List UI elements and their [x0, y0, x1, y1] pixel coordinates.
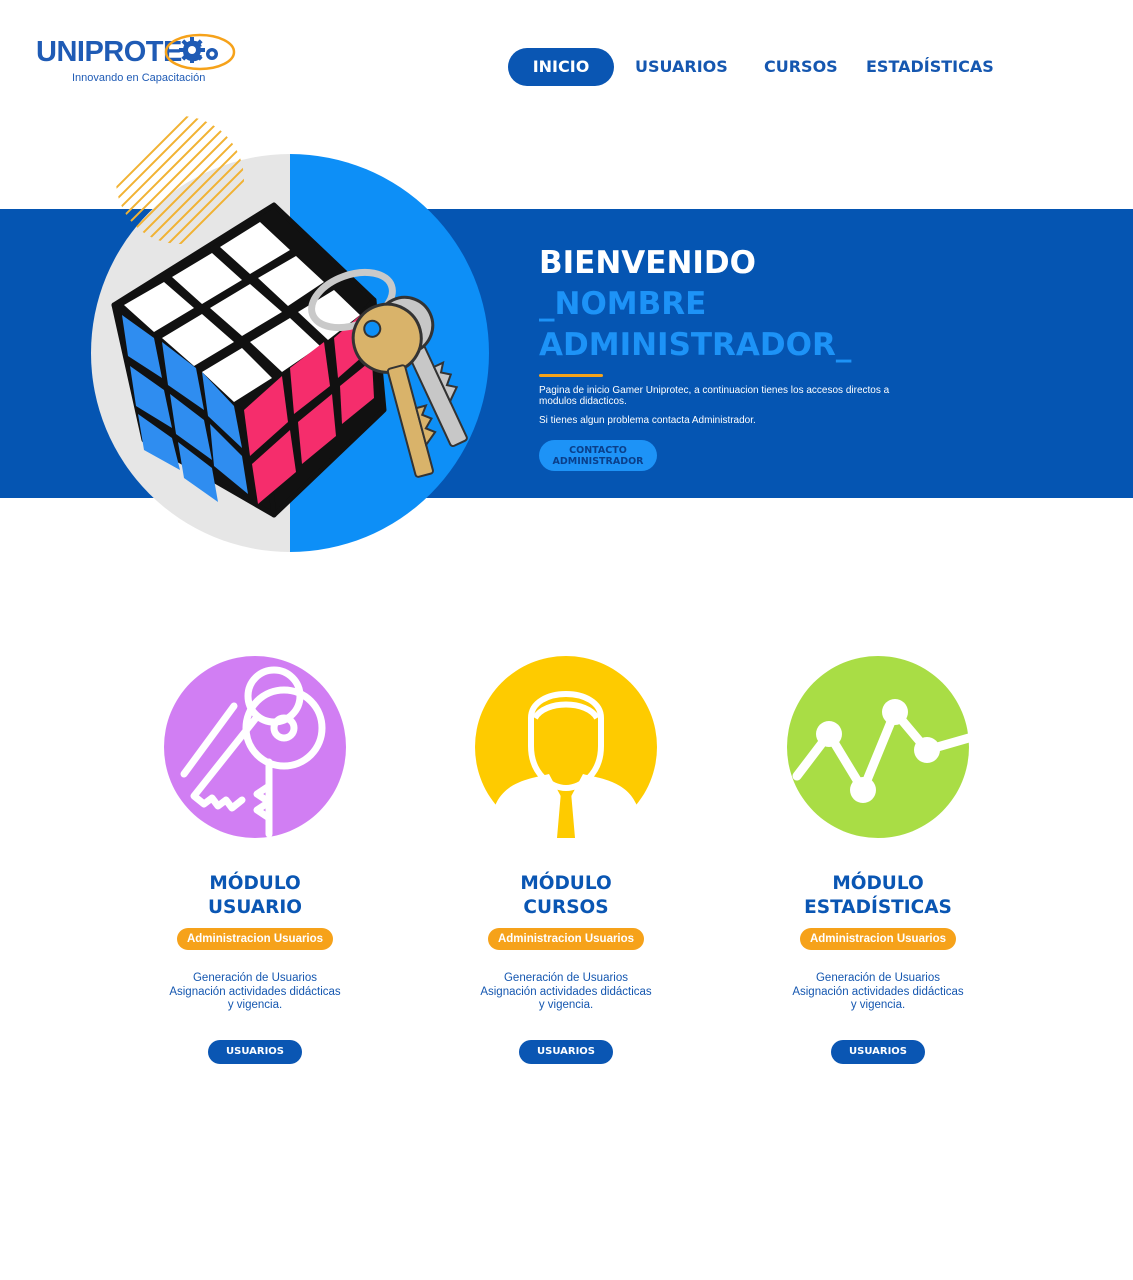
- module-estadisticas-title-line2: ESTADÍSTICAS: [804, 897, 952, 918]
- module-usuario-title-line1: MÓDULO: [209, 873, 301, 894]
- module-card-usuario: MÓDULO USUARIO Administracion Usuarios G…: [135, 656, 375, 1064]
- module-estadisticas-desc-line1: Generación de Usuarios: [815, 972, 940, 984]
- nav-item-inicio[interactable]: INICIO: [508, 48, 614, 86]
- module-usuario-desc-line2: Asignación actividades didácticas: [169, 985, 341, 998]
- module-cursos-desc-line1: Generación de Usuarios: [503, 972, 628, 984]
- module-cursos-badge: Administracion Usuarios: [487, 928, 645, 950]
- module-estadisticas-description: Generación de Usuarios Asignación activi…: [758, 972, 998, 1013]
- contact-admin-button-line1: CONTACTO: [569, 444, 627, 456]
- module-cursos-button[interactable]: USUARIOS: [519, 1039, 613, 1064]
- module-estadisticas-title-line1: MÓDULO: [832, 873, 924, 894]
- brand-tagline: Innovando en Capacitación: [72, 72, 206, 84]
- contact-admin-button-line2: ADMINISTRADOR: [552, 455, 644, 467]
- line-chart-icon[interactable]: [787, 656, 969, 838]
- user-icon[interactable]: [475, 656, 657, 838]
- module-cursos-description: Generación de Usuarios Asignación activi…: [446, 972, 686, 1013]
- module-estadisticas-desc-line3: y vigencia.: [850, 999, 906, 1011]
- contact-admin-button[interactable]: CONTACTO ADMINISTRADOR: [539, 440, 657, 471]
- hero-help-text: Si tienes algun problema contacta Admini…: [539, 415, 756, 426]
- module-cursos-desc-line2: Asignación actividades didácticas: [480, 985, 652, 998]
- module-usuario-button[interactable]: USUARIOS: [208, 1039, 302, 1064]
- module-usuario-badge: Administracion Usuarios: [176, 928, 334, 950]
- module-card-cursos: MÓDULO CURSOS Administracion Usuarios Ge…: [446, 656, 686, 1064]
- module-cursos-title-line1: MÓDULO: [520, 873, 612, 894]
- brand-logo[interactable]: UNIPROTEC Innovando en Capacitación: [36, 30, 236, 88]
- module-card-estadisticas: MÓDULO ESTADÍSTICAS Administracion Usuar…: [758, 656, 998, 1064]
- gear-logo-icon: [164, 33, 236, 71]
- module-usuario-title-line2: USUARIO: [208, 897, 302, 918]
- nav-item-cursos[interactable]: CURSOS: [764, 48, 838, 86]
- hero-title: BIENVENIDO: [539, 245, 757, 281]
- hero-divider: [539, 374, 603, 377]
- module-usuario-desc-line1: Generación de Usuarios: [192, 972, 317, 984]
- module-estadisticas-desc-line2: Asignación actividades didácticas: [792, 985, 964, 998]
- admin-name-line1: _NOMBRE: [539, 286, 707, 322]
- nav-item-usuarios[interactable]: USUARIOS: [635, 48, 728, 86]
- hero-intro-text: Pagina de inicio Gamer Uniprotec, a cont…: [539, 385, 890, 407]
- admin-name-line2: ADMINISTRADOR_: [539, 327, 852, 363]
- module-usuario-description: Generación de Usuarios Asignación activi…: [135, 972, 375, 1013]
- rubiks-cube-keys-illustration: [91, 116, 489, 552]
- nav-item-estadisticas[interactable]: ESTADÍSTICAS: [866, 48, 994, 86]
- module-usuario-desc-line3: y vigencia.: [227, 999, 283, 1011]
- keys-icon[interactable]: [164, 656, 346, 838]
- module-estadisticas-badge: Administracion Usuarios: [799, 928, 957, 950]
- module-cursos-title-line2: CURSOS: [523, 897, 609, 918]
- module-cursos-desc-line3: y vigencia.: [538, 999, 594, 1011]
- module-estadisticas-button[interactable]: USUARIOS: [831, 1039, 925, 1064]
- hero-content: BIENVENIDO _NOMBRE ADMINISTRADOR_ Pagina…: [539, 243, 939, 471]
